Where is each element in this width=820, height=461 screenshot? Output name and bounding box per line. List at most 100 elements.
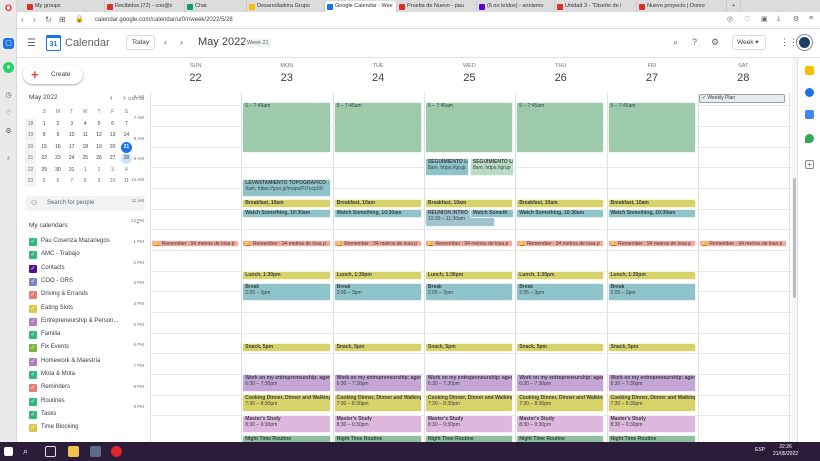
day-number[interactable]: 25 <box>424 72 515 84</box>
event-card[interactable]: 5 – 7:45am <box>516 102 605 153</box>
checkbox-icon[interactable]: ✓ <box>29 277 37 286</box>
event-card[interactable]: 5 – 7:45am <box>242 102 331 153</box>
snapshot-icon[interactable]: ▣ <box>761 15 768 23</box>
reminder-chip[interactable]: 🔔 Remember : 94 metros de losa p <box>333 240 422 247</box>
event-card[interactable]: Master's Study 8:30 – 9:30pm <box>242 415 331 433</box>
mini-week-number[interactable]: 22 <box>25 164 36 176</box>
maps-icon[interactable] <box>805 134 814 143</box>
checkbox-icon[interactable]: ✓ <box>29 251 37 260</box>
mini-day[interactable]: 29 <box>39 165 50 176</box>
mail-icon[interactable] <box>90 446 101 457</box>
next-week-icon[interactable]: › <box>180 37 183 47</box>
mini-day[interactable]: 8 <box>80 176 91 187</box>
mini-day[interactable]: 31 <box>66 165 77 176</box>
day-number[interactable]: 27 <box>607 72 698 84</box>
search-taskbar-icon[interactable]: ⌕ <box>23 446 34 457</box>
url-input[interactable]: calendar.google.com/calendar/u/0/r/week/… <box>95 15 655 26</box>
checkbox-icon[interactable]: ✓ <box>29 410 37 419</box>
opera-taskbar-icon[interactable] <box>111 446 122 457</box>
reminder-chip[interactable]: 🔔 Remember : 94 metros de losa p <box>607 240 696 247</box>
add-addon-icon[interactable]: + <box>805 160 814 169</box>
tab[interactable]: Prueba de Nuevo - pau <box>397 1 477 12</box>
mini-week-number[interactable]: 21 <box>25 153 36 164</box>
mini-day[interactable]: 15 <box>39 142 50 153</box>
mini-day[interactable]: 2 <box>94 165 105 176</box>
event-card[interactable]: Breakfast, 10am <box>242 199 331 208</box>
event-card[interactable]: Watch Someth <box>469 209 514 218</box>
mini-day[interactable]: 20 <box>107 142 118 153</box>
mini-day[interactable]: 12 <box>94 130 105 141</box>
event-card[interactable]: SEGUIMIENTO LI 8am, https://grup <box>424 158 469 176</box>
calendar-item[interactable]: ✓ Tasks <box>29 409 147 422</box>
event-card[interactable]: Cooking Dinner, Dinner and Walking 7:30 –… <box>607 394 696 412</box>
apps-grid-icon[interactable]: ⋮⋮ <box>780 37 798 48</box>
reminder-chip[interactable]: 🔔 Remember : 94 metros de losa p <box>516 240 605 247</box>
day-header[interactable]: MON 23 <box>241 58 332 93</box>
mini-day[interactable]: 19 <box>94 142 105 153</box>
event-card[interactable]: Work on my entrepreneurship: agen 6:30 – … <box>516 374 605 392</box>
extensions-icon[interactable]: ⚙ <box>793 15 799 23</box>
event-card[interactable]: Work on my entrepreneurship: agen 6:30 – … <box>242 374 331 392</box>
mini-day[interactable]: 5 <box>94 119 105 130</box>
day-number[interactable]: 24 <box>333 72 424 84</box>
tab[interactable]: Google Calendar - Wee <box>325 1 397 12</box>
checkbox-icon[interactable]: ✓ <box>29 424 37 433</box>
day-header[interactable]: WED 25 <box>424 58 515 93</box>
event-card[interactable]: 5 – 7:45am <box>607 102 696 153</box>
clock[interactable]: 22:26 21/05/2022 <box>773 444 798 458</box>
mini-week-number[interactable]: 18 <box>25 118 36 130</box>
event-card[interactable]: Break 2:05 – 3pm <box>242 283 331 301</box>
event-card[interactable]: Watch Something, 10:30am <box>333 209 422 218</box>
event-card[interactable]: Snack, 5pm <box>516 343 605 352</box>
keep-icon[interactable] <box>805 66 814 75</box>
mini-week-number[interactable]: 19 <box>25 130 36 141</box>
mini-next-icon[interactable]: › <box>123 93 126 102</box>
checkbox-icon[interactable]: ✓ <box>29 331 37 340</box>
create-button[interactable]: + Create <box>23 65 83 84</box>
workspace-icon[interactable]: ▢ <box>3 38 14 49</box>
mini-day[interactable]: 7 <box>66 176 77 187</box>
mini-day[interactable]: 17 <box>66 142 77 153</box>
event-card[interactable]: Breakfast, 10am <box>424 199 514 208</box>
day-header[interactable]: SUN 22 <box>150 58 241 93</box>
checkbox-icon[interactable]: ✓ <box>29 317 37 326</box>
checkbox-icon[interactable]: ✓ <box>29 264 37 273</box>
tab[interactable]: Unidad 3 - "Diseño de i <box>555 1 637 12</box>
event-card[interactable]: Watch Something, 10:30am <box>516 209 605 218</box>
event-card[interactable]: Breakfast, 10am <box>516 199 605 208</box>
event-card[interactable]: Lunch, 1:30pm <box>242 271 331 280</box>
previous-week-icon[interactable]: ‹ <box>164 37 167 47</box>
event-card[interactable]: SEGUIMIENTO LI 8am, https://grup <box>469 158 514 176</box>
event-card[interactable]: Lunch, 1:30pm <box>333 271 422 280</box>
view-select[interactable]: Week ▾ <box>732 35 766 50</box>
mini-day[interactable]: 10 <box>66 130 77 141</box>
language-indicator[interactable]: ESP <box>755 447 765 453</box>
camera-icon[interactable]: ◎ <box>727 15 733 23</box>
mini-day[interactable]: 22 <box>39 153 50 164</box>
settings-gear-icon[interactable]: ⚙ <box>711 37 719 48</box>
day-header[interactable]: FRI 27 <box>607 58 698 93</box>
mini-day[interactable]: 6 <box>107 119 118 130</box>
event-card[interactable]: Break 2:05 – 3pm <box>516 283 605 301</box>
settings-icon[interactable]: ⚙ <box>3 126 14 137</box>
star-icon[interactable]: ♡ <box>744 15 750 23</box>
event-card[interactable]: Snack, 5pm <box>424 343 514 352</box>
day-number[interactable]: 23 <box>241 72 332 84</box>
mini-day[interactable]: 25 <box>80 153 91 164</box>
mini-prev-icon[interactable]: ‹ <box>110 93 113 102</box>
whatsapp-icon[interactable]: ● <box>3 62 14 73</box>
event-card[interactable]: Master's Study 8:30 – 9:30pm <box>424 415 514 433</box>
event-card[interactable]: Snack, 5pm <box>242 343 331 352</box>
event-card[interactable]: 5 – 7:45am <box>333 102 422 153</box>
download-icon[interactable]: ⤓ <box>777 15 780 23</box>
checkbox-icon[interactable]: ✓ <box>29 291 37 300</box>
pin-icon[interactable]: ♁ <box>3 153 14 164</box>
mini-day[interactable]: 13 <box>107 130 118 141</box>
mini-week-number[interactable]: 23 <box>25 176 36 187</box>
mini-week-number[interactable]: 20 <box>25 141 36 153</box>
new-tab-icon[interactable]: + <box>729 1 741 12</box>
reminder-chip[interactable]: 🔔 Remember : 94 metros de losa p <box>151 240 240 247</box>
windows-start-icon[interactable] <box>4 447 13 456</box>
my-calendars-heading[interactable]: My calendars <box>29 222 68 229</box>
day-header[interactable]: THU 26 <box>515 58 606 93</box>
